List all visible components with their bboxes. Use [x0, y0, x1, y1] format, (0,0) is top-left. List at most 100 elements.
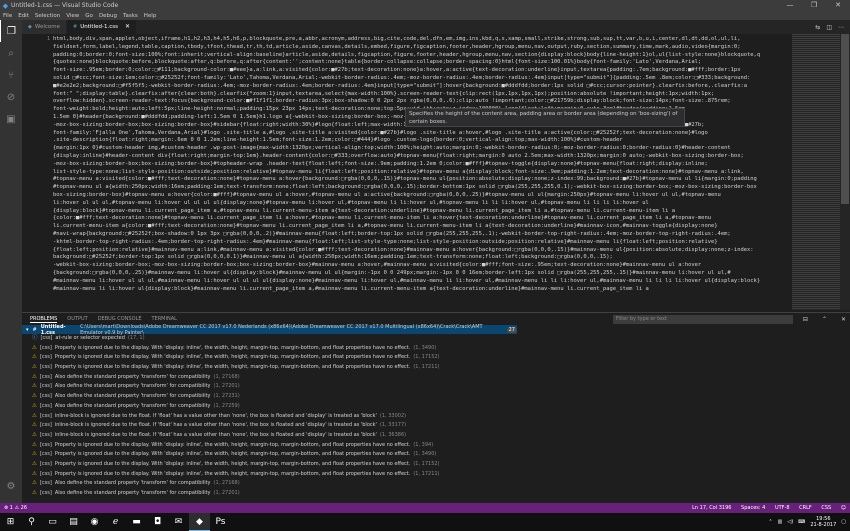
- vscode-taskbar-icon[interactable]: ◆: [189, 513, 210, 531]
- explorer-icon[interactable]: ❐: [0, 20, 22, 42]
- scrollbar-thumb[interactable]: [841, 34, 849, 204]
- problem-row[interactable]: ⚠ [css] Also define the standard property …: [32, 373, 850, 383]
- menu-tasks[interactable]: Tasks: [120, 13, 141, 19]
- task-view-icon[interactable]: ▭: [42, 513, 63, 531]
- maximize-panel-icon[interactable]: ⌃: [822, 316, 827, 323]
- language-mode[interactable]: CSS: [821, 505, 831, 511]
- code-line[interactable]: {margin:1px 0}#custom-header img,#custom…: [53, 145, 791, 153]
- code-line[interactable]: .site-description{float:right;margin:.6e…: [53, 137, 791, 145]
- start-icon[interactable]: ⊞: [0, 513, 21, 531]
- indentation[interactable]: Spaces: 4: [741, 505, 765, 511]
- problem-row[interactable]: ⚠ [css] inline-block is ignored due to the…: [32, 412, 850, 422]
- smiley-feedback-icon[interactable]: ☺: [841, 505, 846, 511]
- tab-untitled-css[interactable]: # Untitled-1.css ✕: [67, 20, 138, 34]
- code-content[interactable]: html,body,div,span,applet,object,iframe,…: [53, 36, 791, 293]
- code-line[interactable]: #topnav-menu ul a{width:250px;width:16em…: [53, 184, 791, 192]
- problem-row[interactable]: ⚠ [css] inline-block is ignored due to the…: [32, 431, 850, 441]
- code-line[interactable]: #navi-wrap{background:□#25252f;box-shado…: [53, 231, 791, 239]
- source-control-icon[interactable]: ⑂: [0, 64, 22, 86]
- problem-row[interactable]: ⚠ [css] Property is ignored due to the dis…: [32, 353, 850, 363]
- problem-row[interactable]: ⚠ [css] Property is ignored due to the dis…: [32, 441, 850, 451]
- problem-row[interactable]: ⚠ [css] Also define the standard property …: [32, 392, 850, 402]
- code-line[interactable]: padding:0;border:0;font-size:100%;font:i…: [53, 52, 791, 60]
- network-icon[interactable]: ▥: [778, 519, 783, 525]
- problem-row[interactable]: ⚠ [css] Property is ignored due to the dis…: [32, 363, 850, 373]
- code-line[interactable]: #topnav-menu a:visited{color:■#fff;text-…: [53, 176, 791, 184]
- code-line[interactable]: font:" ";display:table}.clearfix:after{c…: [53, 91, 791, 99]
- code-line[interactable]: background:□#25252f;border-top:1px solid…: [53, 254, 791, 262]
- problem-row[interactable]: ⚠ [css] Also define the standard property …: [32, 402, 850, 412]
- problem-row[interactable]: ⚠ [css] Also define the standard property …: [32, 382, 850, 392]
- save-icon[interactable]: ▤: [63, 513, 84, 531]
- notifications-icon[interactable]: ▢: [841, 519, 846, 525]
- problems-filter-input[interactable]: Filter by type or text: [612, 314, 793, 324]
- code-line[interactable]: fieldset,form,label,legend,table,caption…: [53, 44, 791, 52]
- close-window-button[interactable]: ✕: [826, 0, 850, 11]
- code-line[interactable]: li.current-menu-item a{color:■#fff;text-…: [53, 223, 791, 231]
- maximize-button[interactable]: ❐: [802, 0, 826, 11]
- code-line[interactable]: ■#e2e2e2;background:□#f5f5f5;-webkit-bor…: [53, 83, 791, 91]
- collapse-all-icon[interactable]: ⊟: [803, 316, 808, 323]
- warnings-count[interactable]: ⚠ 26: [15, 505, 27, 511]
- problem-row[interactable]: ⚠ [css] Property is ignored due to the dis…: [32, 460, 850, 470]
- minimize-button[interactable]: —: [778, 0, 802, 11]
- menu-edit[interactable]: Edit: [15, 13, 32, 19]
- chrome-icon[interactable]: ◉: [84, 513, 105, 531]
- menu-debug[interactable]: Debug: [96, 13, 120, 19]
- code-line[interactable]: {color:■#fff;text-decoration:none}#topna…: [53, 215, 791, 223]
- gear-icon[interactable]: ⚙: [0, 475, 22, 497]
- problem-row[interactable]: ⚠ [css] Property is ignored due to the dis…: [32, 470, 850, 480]
- tab-problems[interactable]: PROBLEMS: [30, 316, 58, 323]
- close-panel-icon[interactable]: ✕: [841, 316, 846, 323]
- code-line[interactable]: #mainnav-menu li li:hover ul{display:blo…: [53, 286, 791, 294]
- volume-icon[interactable]: ◁): [787, 519, 793, 525]
- clock[interactable]: 19:56 21-8-2017: [810, 516, 836, 528]
- photoshop-icon[interactable]: Ps: [210, 513, 231, 531]
- split-editor-icon[interactable]: ◫: [826, 24, 832, 31]
- problem-row[interactable]: ⚠ [css] inline-block is ignored due to the…: [32, 421, 850, 431]
- code-line[interactable]: overflow:hidden}.screen-reader-text:focu…: [53, 98, 791, 106]
- line-ending[interactable]: CRLF: [799, 505, 812, 511]
- problem-row[interactable]: ⚠ [css] Property is ignored due to the dis…: [32, 450, 850, 460]
- problem-row[interactable]: ⚠ [css] Also define the standard property …: [32, 489, 850, 499]
- more-actions-icon[interactable]: ⋯: [838, 24, 844, 31]
- problem-row[interactable]: ⚠ [css] Property is ignored due to the dis…: [32, 344, 850, 354]
- menu-selection[interactable]: Selection: [32, 13, 63, 19]
- tab-terminal[interactable]: TERMINAL: [151, 316, 176, 322]
- tab-welcome[interactable]: ◆ Welcome: [22, 20, 68, 34]
- code-line[interactable]: li:hover ul ul ul,#topnav-menu li:hover …: [53, 200, 791, 208]
- tab-debug-console[interactable]: DEBUG CONSOLE: [98, 316, 142, 322]
- code-line[interactable]: {background:□rgba(0,0,0,.25)}#mainnav-me…: [53, 270, 791, 278]
- menu-file[interactable]: File: [0, 13, 15, 19]
- chevron-up-icon[interactable]: ⌃: [768, 519, 772, 525]
- code-line[interactable]: #mainnav-menu li:hover ul ul ul,#mainnav…: [53, 278, 791, 286]
- language-indicator-icon[interactable]: ⌨: [798, 519, 805, 525]
- extensions-icon[interactable]: ▣: [0, 108, 22, 130]
- code-line[interactable]: {display:block}#topnav-menu li.current_p…: [53, 208, 791, 216]
- code-line[interactable]: list-style-type:none;list-style-position…: [53, 169, 791, 177]
- menu-view[interactable]: View: [63, 13, 82, 19]
- code-line[interactable]: -webkit-box-sizing:border-box;-moz-box-s…: [53, 262, 791, 270]
- search-icon[interactable]: ⚲: [21, 513, 42, 531]
- code-line[interactable]: font-family:'Fjalla One',Tahoma,Verdana,…: [53, 130, 791, 138]
- menu-help[interactable]: Help: [141, 13, 160, 19]
- code-line[interactable]: {float:left;position:relative}#mainnav-m…: [53, 247, 791, 255]
- problem-row[interactable]: ⚠ [css] Also define the standard property …: [32, 479, 850, 489]
- minimap[interactable]: [792, 34, 840, 310]
- debug-icon[interactable]: ⊘: [0, 86, 22, 108]
- close-tab-icon[interactable]: ✕: [125, 20, 130, 34]
- code-line[interactable]: solid □#ccc;font-size:1em;color:□#25252f…: [53, 75, 791, 83]
- tab-output[interactable]: OUTPUT: [67, 316, 87, 322]
- code-line[interactable]: {quotes:none}blockquote:before,blockquot…: [53, 59, 791, 67]
- menu-go[interactable]: Go: [82, 13, 96, 19]
- store-icon[interactable]: ◘: [147, 513, 168, 531]
- search-icon[interactable]: ⌕: [0, 42, 22, 64]
- problems-file-header[interactable]: ▾ # Untitled-1.css C:\Users\mart\Downloa…: [22, 324, 517, 336]
- errors-count[interactable]: ⊗ 1: [4, 505, 13, 511]
- edge-icon[interactable]: ℯ: [105, 513, 126, 531]
- code-editor[interactable]: 1 html,body,div,span,applet,object,ifram…: [22, 34, 850, 310]
- code-line[interactable]: {display:inline}#header-content div{floa…: [53, 153, 791, 161]
- open-changes-icon[interactable]: ⇆: [815, 24, 820, 31]
- code-line[interactable]: html,body,div,span,applet,object,iframe,…: [53, 36, 791, 44]
- cursor-position[interactable]: Ln 17, Col 3196: [692, 505, 731, 511]
